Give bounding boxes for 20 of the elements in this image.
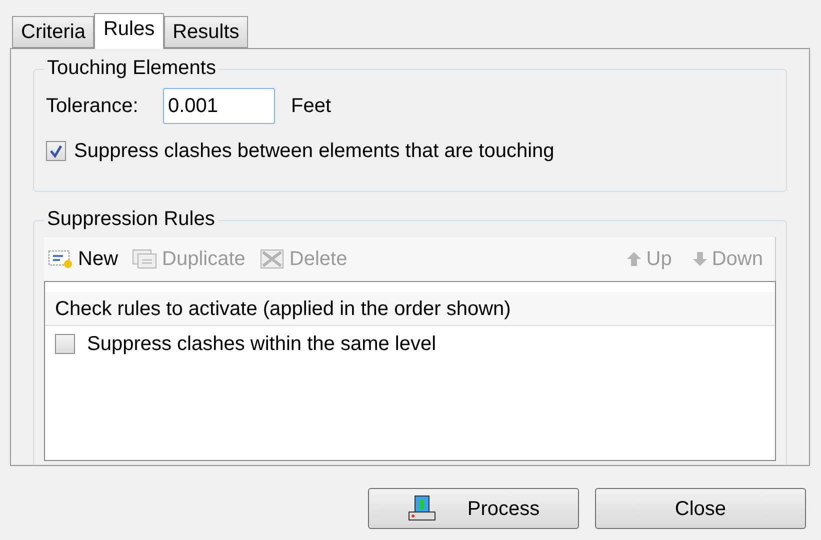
new-rule-icon xyxy=(48,248,74,270)
new-button[interactable]: New xyxy=(44,244,122,274)
close-button[interactable]: Close xyxy=(595,488,806,529)
list-header: Check rules to activate (applied in the order shown) xyxy=(45,292,775,326)
unit-label: Feet xyxy=(291,94,332,119)
computer-icon xyxy=(407,494,438,524)
rule-label: Suppress clashes within the same level xyxy=(87,332,436,357)
tab[interactable]: Results xyxy=(164,16,248,48)
duplicate-icon xyxy=(132,248,158,270)
tab[interactable]: Rules xyxy=(94,13,164,49)
delete-icon xyxy=(259,248,286,270)
checkbox[interactable] xyxy=(46,141,66,161)
tolerance-field[interactable]: 0.001 xyxy=(163,88,275,124)
process-button[interactable]: Process xyxy=(368,488,579,529)
up-arrow-icon xyxy=(626,250,642,268)
down-arrow-icon xyxy=(692,250,708,268)
tolerance-label: Tolerance: xyxy=(46,94,140,119)
checkbox-label: Suppress clashes between elements that are touching xyxy=(74,139,554,164)
checkbox[interactable] xyxy=(55,334,75,354)
tab[interactable]: Criteria xyxy=(12,16,94,48)
